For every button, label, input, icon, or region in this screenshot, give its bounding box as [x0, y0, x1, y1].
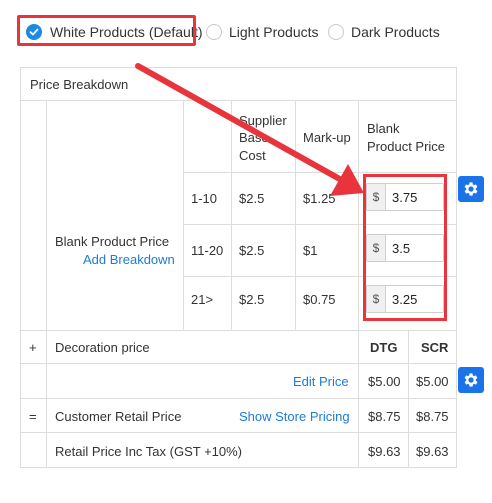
retail-label: Customer Retail Price — [55, 409, 182, 424]
col-divider — [295, 100, 296, 330]
col-divider — [231, 100, 232, 330]
tier-range: 11-20 — [191, 243, 224, 258]
header-supplier-line3: Cost — [239, 148, 266, 163]
row-divider — [183, 172, 457, 173]
col-divider — [408, 330, 409, 468]
edit-price-link[interactable]: Edit Price — [293, 374, 349, 389]
header-supplier-line2: Base — [239, 130, 269, 145]
header-blank-line1: Blank — [367, 121, 400, 136]
gear-icon — [464, 373, 478, 387]
blank-product-price-label: Blank Product Price — [55, 234, 170, 249]
header-markup: Mark-up — [303, 130, 351, 145]
radio-unchecked-icon — [206, 24, 222, 40]
decoration-dtg-value: $5.00 — [368, 374, 401, 389]
retail-tax-scr-value: $9.63 — [416, 444, 449, 459]
decoration-label: Decoration price — [55, 340, 150, 355]
tier-markup: $1 — [303, 243, 318, 258]
header-blank-line2: Product Price — [367, 139, 446, 154]
radio-unchecked-icon — [328, 24, 344, 40]
radio-dark-products[interactable]: Dark Products — [328, 22, 440, 42]
retail-tax-label: Retail Price Inc Tax (GST +10%) — [55, 444, 243, 459]
add-breakdown-link[interactable]: Add Breakdown — [83, 252, 175, 267]
decoration-sign: + — [29, 340, 37, 355]
gear-icon — [464, 182, 478, 196]
product-type-selector: White Products (Default) Light Products … — [0, 0, 492, 62]
annotation-highlight-box — [363, 174, 447, 321]
tier-cost: $2.5 — [239, 243, 265, 258]
radio-light-label: Light Products — [229, 24, 319, 40]
table-title: Price Breakdown — [30, 77, 129, 92]
decoration-col-scr: SCR — [421, 340, 449, 355]
show-store-pricing-link[interactable]: Show Store Pricing — [239, 409, 350, 424]
row-divider — [20, 432, 457, 433]
decoration-scr-value: $5.00 — [416, 374, 449, 389]
retail-dtg-value: $8.75 — [368, 409, 401, 424]
radio-light-products[interactable]: Light Products — [206, 22, 319, 42]
retail-sign: = — [29, 409, 37, 424]
tier-cost: $2.5 — [239, 292, 265, 307]
tier-cost: $2.5 — [239, 191, 265, 206]
settings-gear-button[interactable] — [458, 176, 484, 202]
col-divider — [183, 100, 184, 330]
row-divider — [20, 100, 457, 101]
row-divider — [20, 330, 457, 331]
row-divider — [20, 398, 457, 399]
decoration-col-dtg: DTG — [370, 340, 398, 355]
tier-markup: $0.75 — [303, 292, 336, 307]
retail-scr-value: $8.75 — [416, 409, 449, 424]
annotation-highlight-box — [17, 15, 196, 46]
header-supplier-line1: Supplier — [239, 113, 287, 128]
col-divider — [358, 100, 359, 468]
col-divider — [46, 100, 47, 468]
row-divider — [20, 363, 457, 364]
retail-tax-dtg-value: $9.63 — [368, 444, 401, 459]
radio-dark-label: Dark Products — [351, 24, 440, 40]
tier-range: 1-10 — [191, 191, 218, 206]
tier-markup: $1.25 — [303, 191, 336, 206]
tier-range: 21> — [191, 292, 214, 307]
settings-gear-button[interactable] — [458, 367, 484, 393]
